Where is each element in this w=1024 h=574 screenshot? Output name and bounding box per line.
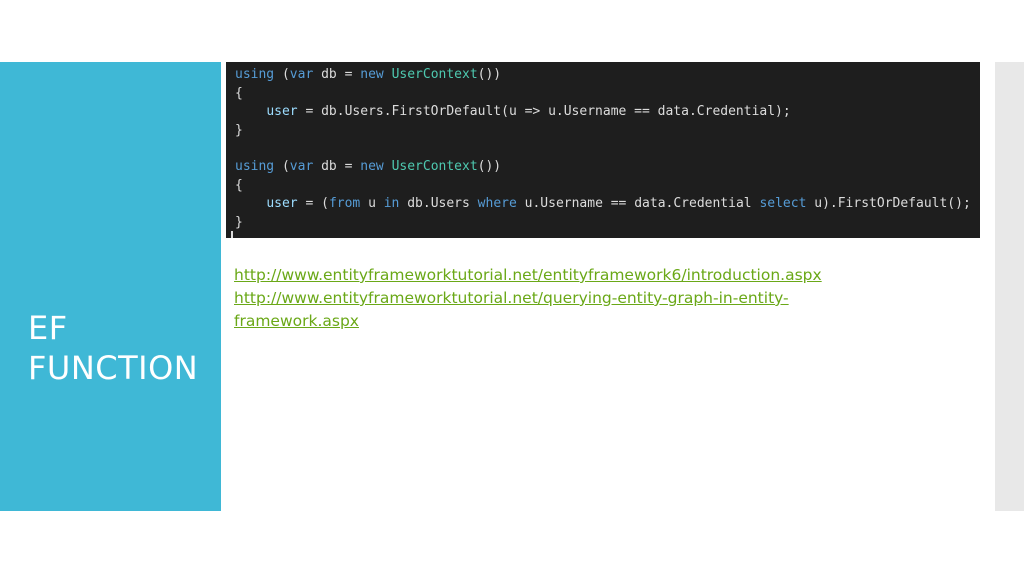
link-ef6-introduction[interactable]: http://www.entityframeworktutorial.net/e… (234, 264, 874, 287)
code-line-4: } (235, 122, 243, 138)
code-line-7: user = (from u in db.Users where u.Usern… (266, 196, 971, 211)
text-cursor (231, 231, 233, 238)
title-sidebar: EF FUNCTION (0, 62, 221, 511)
code-screenshot: using (var db = new UserContext()) { use… (226, 62, 980, 238)
reference-links: http://www.entityframeworktutorial.net/e… (234, 264, 874, 333)
link-querying-entity-graph[interactable]: http://www.entityframeworktutorial.net/q… (234, 287, 874, 333)
slide-title: EF FUNCTION (28, 308, 198, 388)
code-gap (235, 140, 980, 158)
code-line-2: { (235, 85, 243, 101)
slide-title-line-1: EF (28, 309, 68, 347)
code-line-6: { (235, 177, 243, 193)
slide-title-line-2: FUNCTION (28, 349, 199, 387)
right-gray-strip (995, 62, 1024, 511)
code-line-8: } (235, 214, 243, 230)
code-line-1: using (var db = new UserContext()) (235, 67, 502, 82)
slide: EF FUNCTION using (var db = new UserCont… (0, 0, 1024, 574)
code-line-3: user = db.Users.FirstOrDefault(u => u.Us… (266, 104, 791, 119)
code-line-5: using (var db = new UserContext()) (235, 159, 502, 174)
